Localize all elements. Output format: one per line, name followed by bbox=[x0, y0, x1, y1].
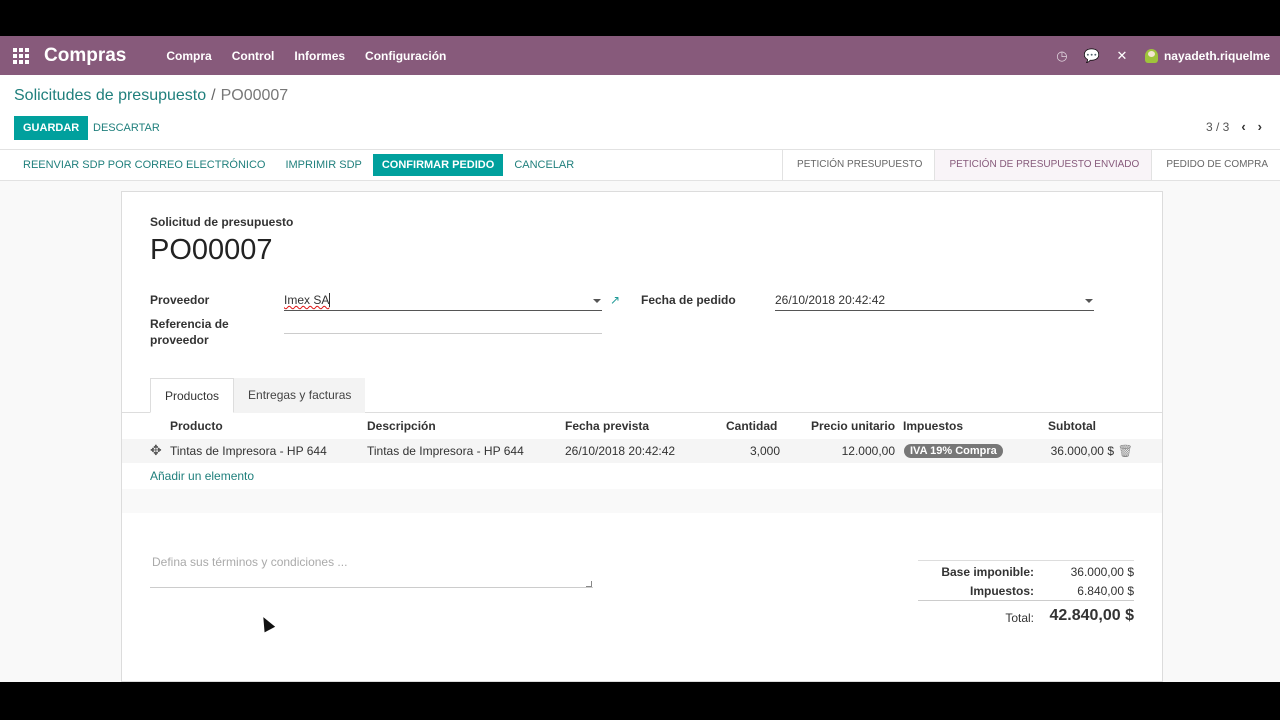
table-row[interactable]: ✥ Tintas de Impresora - HP 644 Tintas de… bbox=[122, 439, 1162, 463]
user-name: nayadeth.riquelme bbox=[1163, 48, 1270, 63]
lines-footer bbox=[122, 489, 1162, 513]
tab-entregas-facturas[interactable]: Entregas y facturas bbox=[234, 378, 366, 413]
user-menu[interactable]: nayadeth.riquelme bbox=[1144, 48, 1270, 63]
col-product[interactable]: Producto bbox=[170, 419, 223, 433]
menu-compra[interactable]: Compra bbox=[156, 49, 221, 63]
apps-grid-icon[interactable] bbox=[13, 47, 31, 65]
base-label: Base imponible: bbox=[941, 565, 1034, 579]
menu-configuracion[interactable]: Configuración bbox=[355, 49, 456, 63]
chevron-right-icon[interactable]: › bbox=[1258, 119, 1262, 134]
page-title: PO00007 bbox=[150, 234, 273, 266]
avatar bbox=[1144, 48, 1158, 63]
row-product: Tintas de Impresora - HP 644 bbox=[170, 444, 327, 458]
total-label: Total: bbox=[1005, 611, 1034, 625]
form-label: Solicitud de presupuesto bbox=[150, 215, 294, 229]
stage-rfq[interactable]: PETICIÓN PRESUPUESTO bbox=[782, 150, 934, 180]
status-bar: REENVIAR SDP POR CORREO ELECTRÓNICO IMPR… bbox=[0, 150, 1280, 181]
row-date: 26/10/2018 20:42:42 bbox=[565, 444, 676, 458]
stage-rfq-sent[interactable]: PETICIÓN DE PRESUPUESTO ENVIADO bbox=[934, 150, 1152, 180]
order-date-field[interactable]: 26/10/2018 20:42:42 bbox=[775, 293, 1094, 311]
notebook-tabs: Productos Entregas y facturas bbox=[150, 378, 366, 413]
status-buttons: REENVIAR SDP POR CORREO ELECTRÓNICO IMPR… bbox=[14, 154, 585, 176]
breadcrumb-parent[interactable]: Solicitudes de presupuesto bbox=[14, 87, 206, 105]
pager-value: 3 / 3 bbox=[1205, 119, 1230, 134]
tax-label: Impuestos: bbox=[969, 584, 1034, 598]
chat-icon[interactable]: 💬 bbox=[1077, 48, 1107, 64]
chevron-down-icon[interactable] bbox=[593, 299, 601, 303]
terms-textarea[interactable]: Defina sus términos y condiciones ... bbox=[150, 552, 593, 588]
col-qty[interactable]: Cantidad bbox=[726, 419, 777, 433]
form-sheet: Solicitud de presupuesto PO00007 Proveed… bbox=[121, 191, 1163, 682]
vendor-value: Imex SA bbox=[284, 293, 330, 307]
main-menu: Compra Control Informes Configuración bbox=[156, 49, 456, 63]
col-subtotal[interactable]: Subtotal bbox=[1048, 419, 1096, 433]
col-date[interactable]: Fecha prevista bbox=[565, 419, 649, 433]
clock-icon[interactable]: ◷ bbox=[1047, 48, 1077, 64]
vendor-field[interactable]: Imex SA bbox=[284, 293, 602, 311]
close-icon[interactable]: ✕ bbox=[1107, 48, 1137, 64]
vendor-label: Proveedor bbox=[150, 293, 210, 307]
menu-control[interactable]: Control bbox=[222, 49, 285, 63]
breadcrumb-current: PO00007 bbox=[220, 87, 289, 104]
resize-handle-icon[interactable] bbox=[586, 581, 592, 587]
row-price: 12.000,00 bbox=[841, 444, 895, 458]
app-brand: Compras bbox=[44, 44, 127, 66]
discard-button[interactable]: DESCARTAR bbox=[93, 116, 160, 140]
trash-icon[interactable]: 🗑 bbox=[1118, 444, 1133, 458]
totals-box: Base imponible: 36.000,00 $ Impuestos: 6… bbox=[918, 560, 1134, 628]
drag-handle-icon[interactable]: ✥ bbox=[150, 442, 162, 459]
vendor-ref-field[interactable] bbox=[284, 316, 602, 334]
tab-productos[interactable]: Productos bbox=[150, 378, 235, 413]
base-row: Base imponible: 36.000,00 $ bbox=[918, 560, 1134, 580]
breadcrumb-separator: / bbox=[211, 87, 216, 104]
top-navbar: Compras Compra Control Informes Configur… bbox=[0, 36, 1280, 75]
order-date-value: 26/10/2018 20:42:42 bbox=[775, 293, 886, 307]
col-price[interactable]: Precio unitario bbox=[811, 419, 895, 433]
external-link-icon[interactable]: ↗ bbox=[610, 293, 620, 307]
navbar-right: ◷ 💬 ✕ nayadeth.riquelme bbox=[1047, 36, 1270, 75]
cancel-button[interactable]: CANCELAR bbox=[505, 154, 583, 176]
row-description: Tintas de Impresora - HP 644 bbox=[367, 444, 524, 458]
total-value: 42.840,00 $ bbox=[1049, 607, 1134, 624]
breadcrumb: Solicitudes de presupuesto / PO00007 bbox=[14, 87, 288, 105]
confirm-order-button[interactable]: CONFIRMAR PEDIDO bbox=[372, 154, 504, 176]
pager: 3 / 3 ‹ › bbox=[1206, 119, 1262, 134]
vendor-ref-label: Referencia de proveedor bbox=[150, 317, 229, 347]
chevron-left-icon[interactable]: ‹ bbox=[1241, 119, 1245, 134]
lines-header: Producto Descripción Fecha prevista Cant… bbox=[122, 414, 1162, 438]
save-button[interactable]: GUARDAR bbox=[14, 116, 89, 140]
stage-purchase-order[interactable]: PEDIDO DE COMPRA bbox=[1151, 150, 1280, 180]
col-taxes[interactable]: Impuestos bbox=[903, 419, 963, 433]
app-window: Compras Compra Control Informes Configur… bbox=[0, 36, 1280, 682]
stage-pipeline: PETICIÓN PRESUPUESTO PETICIÓN DE PRESUPU… bbox=[782, 150, 1280, 180]
resend-rfq-button[interactable]: REENVIAR SDP POR CORREO ELECTRÓNICO bbox=[14, 154, 274, 176]
base-value: 36.000,00 $ bbox=[1070, 565, 1134, 579]
row-qty: 3,000 bbox=[749, 444, 780, 458]
row-tax-badge: IVA 19% Compra bbox=[904, 443, 1003, 458]
print-rfq-button[interactable]: IMPRIMIR SDP bbox=[276, 154, 370, 176]
tax-badge-label: IVA 19% Compra bbox=[904, 444, 1003, 458]
total-row: Total: 42.840,00 $ bbox=[918, 600, 1134, 628]
menu-informes[interactable]: Informes bbox=[284, 49, 355, 63]
tax-row: Impuestos: 6.840,00 $ bbox=[918, 580, 1134, 600]
chevron-down-icon[interactable] bbox=[1085, 299, 1093, 303]
add-item-link[interactable]: Añadir un elemento bbox=[150, 469, 254, 483]
date-label: Fecha de pedido bbox=[641, 293, 736, 307]
tax-value: 6.840,00 $ bbox=[1077, 584, 1134, 598]
control-panel: Solicitudes de presupuesto / PO00007 GUA… bbox=[0, 75, 1280, 150]
col-description[interactable]: Descripción bbox=[367, 419, 436, 433]
row-subtotal: 36.000,00 $ bbox=[1050, 444, 1114, 458]
